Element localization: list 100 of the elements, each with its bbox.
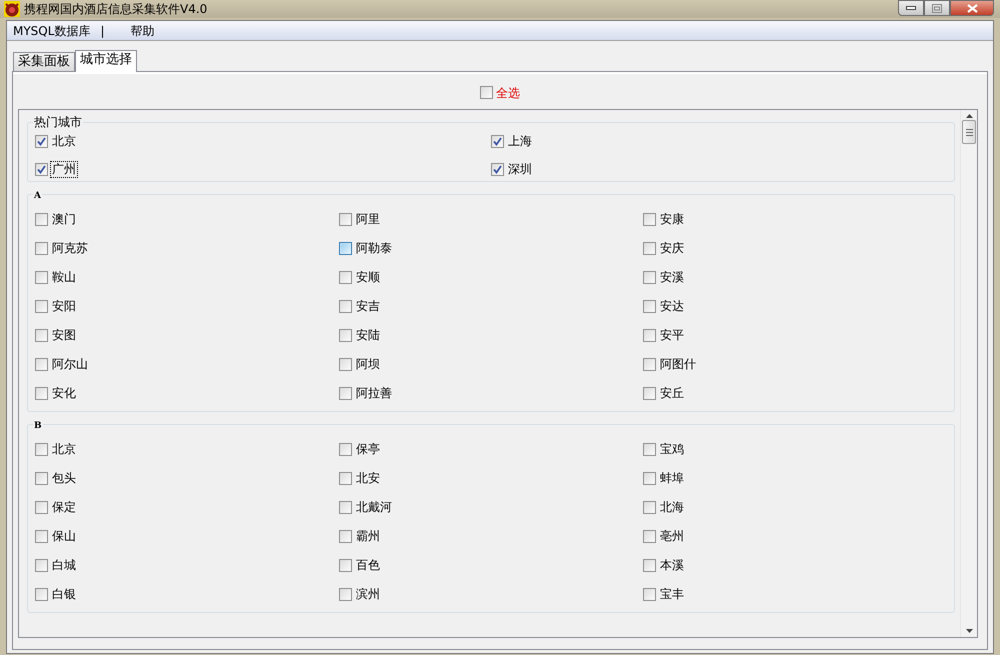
- select-all-label[interactable]: 全选: [496, 84, 520, 102]
- checkbox[interactable]: [643, 386, 656, 400]
- checkbox[interactable]: [643, 472, 656, 484]
- checkbox[interactable]: [643, 328, 656, 342]
- city-label[interactable]: 深圳: [507, 162, 533, 176]
- checkbox[interactable]: [35, 500, 48, 514]
- city-label[interactable]: 安丘: [659, 386, 685, 400]
- city-label[interactable]: 阿图什: [659, 356, 697, 372]
- city-label[interactable]: 百色: [355, 558, 381, 572]
- city-label[interactable]: 广州: [51, 162, 77, 176]
- city-label[interactable]: 蚌埠: [659, 470, 685, 486]
- city-label[interactable]: 安化: [51, 386, 77, 400]
- checkbox[interactable]: [339, 300, 352, 312]
- checkbox[interactable]: [35, 588, 48, 600]
- checkbox[interactable]: [339, 328, 352, 342]
- scrollbar[interactable]: [960, 110, 977, 637]
- checkbox[interactable]: [491, 134, 504, 148]
- city-label[interactable]: 鞍山: [51, 270, 77, 284]
- city-label[interactable]: 安陆: [355, 328, 381, 342]
- city-label[interactable]: 阿勒泰: [355, 240, 393, 256]
- checkbox[interactable]: [339, 588, 352, 600]
- city-label[interactable]: 阿拉善: [355, 386, 393, 400]
- checkbox[interactable]: [643, 442, 656, 456]
- city-label[interactable]: 安康: [659, 212, 685, 226]
- checkbox[interactable]: [491, 162, 504, 176]
- city-label[interactable]: 滨州: [355, 586, 381, 602]
- checkbox[interactable]: [35, 212, 48, 226]
- checkbox[interactable]: [643, 558, 656, 572]
- checkbox[interactable]: [35, 358, 48, 370]
- city-label[interactable]: 北安: [355, 470, 381, 486]
- close-button[interactable]: [950, 0, 994, 16]
- tab[interactable]: 城市选择: [75, 50, 137, 72]
- city-label[interactable]: 上海: [507, 134, 533, 148]
- city-label[interactable]: 澳门: [51, 212, 77, 226]
- checkbox[interactable]: [35, 558, 48, 572]
- checkbox[interactable]: [35, 242, 48, 254]
- checkbox[interactable]: [339, 500, 352, 514]
- checkbox[interactable]: [35, 270, 48, 284]
- checkbox[interactable]: [643, 270, 656, 284]
- close-icon: [966, 4, 978, 12]
- city-label[interactable]: 安图: [51, 328, 77, 342]
- checkbox[interactable]: [35, 386, 48, 400]
- city-label[interactable]: 北京: [51, 134, 77, 148]
- city-label[interactable]: 白城: [51, 558, 77, 572]
- city-label[interactable]: 亳州: [659, 528, 685, 544]
- maximize-button[interactable]: [924, 0, 950, 16]
- checkbox[interactable]: [35, 162, 48, 176]
- scroll-up-icon[interactable]: [966, 114, 972, 118]
- city-label[interactable]: 北海: [659, 500, 685, 514]
- city-label[interactable]: 保山: [51, 528, 77, 544]
- city-label[interactable]: 保定: [51, 500, 77, 514]
- checkbox[interactable]: [643, 500, 656, 514]
- scroll-down-icon[interactable]: [966, 629, 972, 633]
- city-label[interactable]: 北戴河: [355, 500, 393, 514]
- city-label[interactable]: 安顺: [355, 270, 381, 284]
- checkbox[interactable]: [35, 530, 48, 542]
- city-label[interactable]: 安阳: [51, 298, 77, 314]
- checkbox[interactable]: [339, 358, 352, 370]
- city-label[interactable]: 北京: [51, 442, 77, 456]
- checkbox[interactable]: [339, 442, 352, 456]
- checkbox[interactable]: [339, 558, 352, 572]
- checkbox[interactable]: [339, 212, 352, 226]
- city-label[interactable]: 宝丰: [659, 586, 685, 602]
- city-label[interactable]: 安吉: [355, 298, 381, 314]
- checkbox[interactable]: [35, 472, 48, 484]
- checkbox[interactable]: [643, 242, 656, 254]
- checkbox[interactable]: [643, 588, 656, 600]
- scroll-thumb[interactable]: [962, 120, 976, 144]
- checkbox[interactable]: [35, 328, 48, 342]
- group-title: 热门城市: [33, 115, 83, 129]
- city-label[interactable]: 本溪: [659, 558, 685, 572]
- city-label[interactable]: 保亭: [355, 442, 381, 456]
- checkbox[interactable]: [643, 358, 656, 370]
- city-label[interactable]: 安溪: [659, 270, 685, 284]
- city-label[interactable]: 阿里: [355, 212, 381, 226]
- menu-item[interactable]: MYSQL数据库: [7, 22, 96, 40]
- checkbox[interactable]: [339, 386, 352, 400]
- city-label[interactable]: 安达: [659, 298, 685, 314]
- city-label[interactable]: 霸州: [355, 528, 381, 544]
- checkbox[interactable]: [339, 530, 352, 542]
- checkbox[interactable]: [35, 442, 48, 456]
- checkbox[interactable]: [643, 212, 656, 226]
- checkbox[interactable]: [339, 472, 352, 484]
- city-label[interactable]: 白银: [51, 586, 77, 602]
- checkbox[interactable]: [480, 86, 493, 99]
- checkbox[interactable]: [35, 134, 48, 148]
- city-label[interactable]: 安平: [659, 328, 685, 342]
- checkbox[interactable]: [35, 300, 48, 312]
- checkbox[interactable]: [643, 300, 656, 312]
- menu-item[interactable]: 帮助: [124, 22, 160, 40]
- city-label[interactable]: 阿克苏: [51, 240, 89, 256]
- city-label[interactable]: 宝鸡: [659, 442, 685, 456]
- city-label[interactable]: 包头: [51, 470, 77, 486]
- city-label[interactable]: 阿坝: [355, 356, 381, 372]
- checkbox[interactable]: [339, 270, 352, 284]
- city-label[interactable]: 阿尔山: [51, 356, 89, 372]
- tab[interactable]: 采集面板: [13, 52, 75, 71]
- checkbox[interactable]: [643, 530, 656, 542]
- city-label[interactable]: 安庆: [659, 240, 685, 256]
- minimize-button[interactable]: [898, 0, 924, 16]
